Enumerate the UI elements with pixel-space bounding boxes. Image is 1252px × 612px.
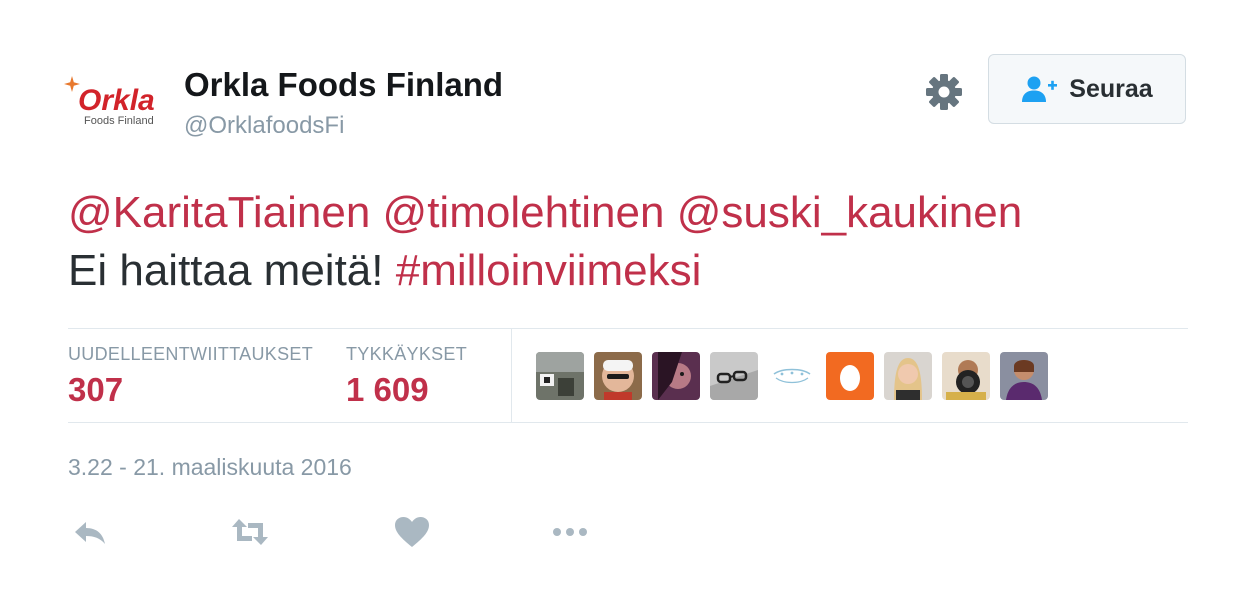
reply-icon[interactable]	[70, 514, 110, 550]
tweet-body-text: Ei haittaa meitä!	[68, 246, 384, 295]
retweets-label: UUDELLEENTWIITTAUKSET	[68, 344, 313, 364]
liker-avatar[interactable]	[710, 352, 758, 400]
liker-avatar[interactable]	[594, 352, 642, 400]
follow-button-label: Seuraa	[1069, 74, 1153, 103]
more-icon[interactable]	[550, 514, 590, 550]
liker-avatar[interactable]	[652, 352, 700, 400]
likes-count: 1 609	[346, 371, 429, 408]
liker-avatars	[536, 352, 1048, 400]
liker-avatar[interactable]	[768, 352, 816, 400]
stats-divider-bottom	[68, 422, 1188, 423]
likes-label: TYKKÄYKSET	[346, 344, 468, 364]
likes-stat[interactable]: TYKKÄYKSET 1 609	[346, 344, 467, 409]
author-display-name[interactable]: Orkla Foods Finland	[184, 66, 503, 104]
follow-button[interactable]: Seuraa	[988, 54, 1186, 124]
stats-divider-top	[68, 328, 1188, 329]
mention-link[interactable]: @suski_kaukinen	[677, 188, 1023, 237]
stats-divider-vertical	[511, 329, 512, 422]
retweets-stat[interactable]: UUDELLEENTWIITTAUKSET 307	[68, 344, 313, 409]
liker-avatar-default[interactable]	[826, 352, 874, 400]
tweet-timestamp[interactable]: 3.22 - 21. maaliskuuta 2016	[68, 454, 352, 481]
liker-avatar[interactable]	[942, 352, 990, 400]
hashtag-link[interactable]: #milloinviimeksi	[396, 246, 702, 295]
user-add-icon	[1022, 76, 1058, 102]
mention-link[interactable]: @timolehtinen	[383, 188, 665, 237]
retweet-icon[interactable]	[230, 514, 270, 550]
author-handle[interactable]: @OrklafoodsFi	[184, 112, 344, 140]
liker-avatar[interactable]	[1000, 352, 1048, 400]
author-avatar[interactable]: Orkla Foods Finland	[64, 70, 170, 136]
tweet-card: Orkla Foods Finland Orkla Foods Finland …	[0, 0, 1252, 612]
svg-text:Foods Finland: Foods Finland	[84, 115, 154, 127]
tweet-text: @KaritaTiainen @timolehtinen @suski_kauk…	[68, 184, 1188, 300]
retweets-count: 307	[68, 371, 124, 408]
liker-avatar[interactable]	[536, 352, 584, 400]
liker-avatar[interactable]	[884, 352, 932, 400]
orkla-logo-icon: Orkla Foods Finland	[64, 76, 155, 127]
gear-icon[interactable]	[924, 72, 964, 112]
svg-text:Orkla: Orkla	[78, 84, 155, 117]
heart-icon[interactable]	[392, 514, 432, 550]
mention-link[interactable]: @KaritaTiainen	[68, 188, 370, 237]
